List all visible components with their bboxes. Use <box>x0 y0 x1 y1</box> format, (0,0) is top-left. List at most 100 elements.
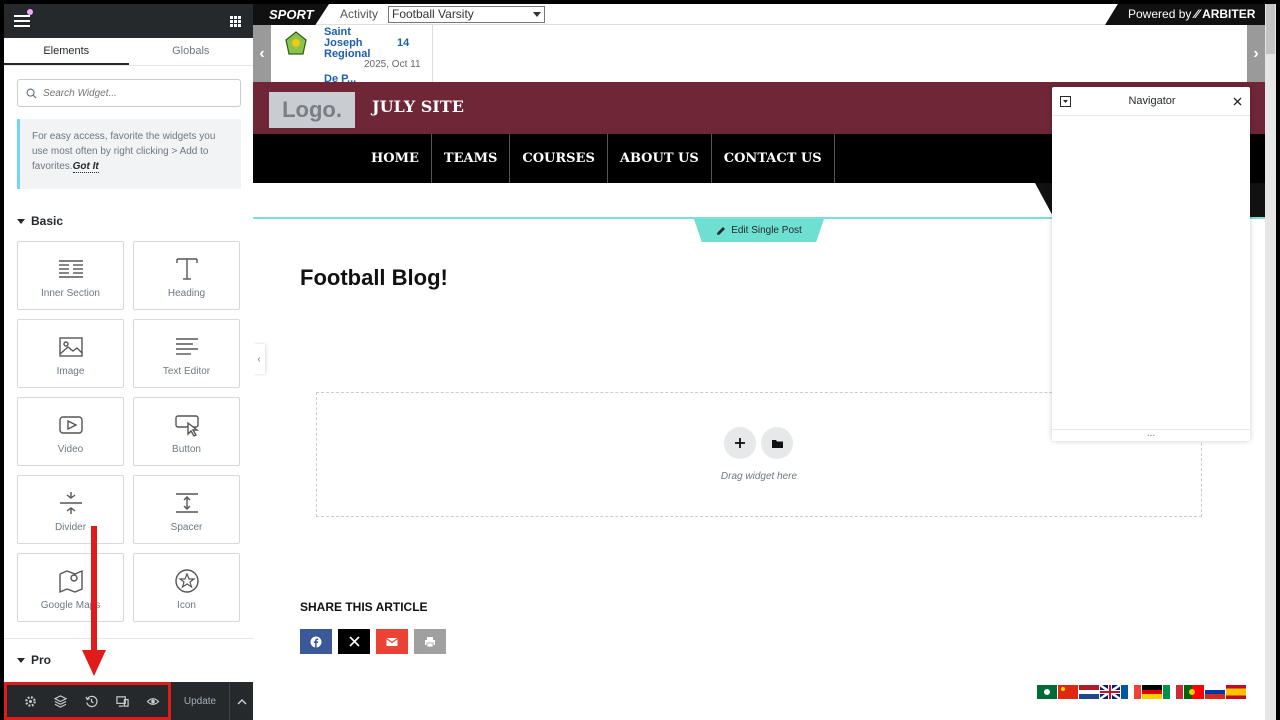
divider-icon <box>59 492 82 514</box>
german-flag-icon[interactable] <box>1142 685 1162 699</box>
add-template-button[interactable] <box>761 427 793 459</box>
tab-elements[interactable]: Elements <box>4 38 129 65</box>
widget-label: Spacer <box>170 522 203 533</box>
basic-section-header[interactable]: Basic <box>17 214 253 228</box>
got-it-link[interactable]: Got It <box>72 161 99 173</box>
share-buttons <box>300 629 446 654</box>
preview-icon[interactable] <box>137 685 168 717</box>
menu-item-courses[interactable]: COURSES <box>510 134 608 183</box>
chevron-left-icon[interactable]: ‹ <box>253 25 271 82</box>
widget-label: Inner Section <box>41 288 100 299</box>
scrollbar-thumb[interactable] <box>1266 4 1275 54</box>
history-icon[interactable] <box>76 685 107 717</box>
navigator-resize-handle[interactable]: ... <box>1052 429 1250 441</box>
tab-globals[interactable]: Globals <box>129 38 254 65</box>
italian-flag-icon[interactable] <box>1163 685 1183 699</box>
share-facebook-button[interactable] <box>300 629 332 654</box>
pro-section-header[interactable]: Pro <box>17 653 51 667</box>
menu-items: HOME TEAMS COURSES ABOUT US CONTACT US <box>359 134 835 183</box>
post-title[interactable]: Football Blog! <box>300 265 448 291</box>
chinese-flag-icon[interactable] <box>1058 685 1078 699</box>
site-logo[interactable]: Logo. <box>269 92 355 128</box>
menu-item-teams[interactable]: TEAMS <box>432 134 511 183</box>
layers-icon[interactable] <box>46 685 77 717</box>
spanish-flag-icon[interactable] <box>1226 685 1246 699</box>
search-input[interactable] <box>43 87 223 99</box>
add-section-button[interactable] <box>724 427 756 459</box>
folder-icon <box>771 439 783 448</box>
settings-icon[interactable] <box>15 685 46 717</box>
widget-label: Icon <box>177 600 196 611</box>
widget-label: Text Editor <box>162 366 211 377</box>
scoreboard-strip: ‹ Saint Joseph Regional 14 2025, Oct 11 … <box>253 25 1265 85</box>
activity-select[interactable]: Football Varsity <box>388 6 545 23</box>
email-icon <box>386 637 398 646</box>
widget-heading[interactable]: Heading <box>133 241 240 310</box>
panel-tabs: Elements Globals <box>4 38 253 66</box>
panel-footer: Update <box>4 682 253 720</box>
search-widget-field[interactable] <box>17 79 241 107</box>
arabic-flag-icon[interactable] <box>1037 685 1057 699</box>
team-name[interactable]: Saint Joseph Regional <box>324 27 374 60</box>
menu-item-home[interactable]: HOME <box>359 134 432 183</box>
edit-single-post-label: Edit Single Post <box>731 225 802 236</box>
navigator-panel: Navigator ... <box>1052 87 1250 441</box>
share-email-button[interactable] <box>376 629 408 654</box>
star-icon <box>174 569 199 593</box>
basic-section-label: Basic <box>31 214 64 228</box>
widget-label: Video <box>57 444 84 455</box>
navigator-title: Navigator <box>1128 95 1176 107</box>
english-flag-icon[interactable] <box>1100 685 1120 699</box>
menu-item-about-us[interactable]: ABOUT US <box>608 134 712 183</box>
scrollbar[interactable] <box>1265 4 1276 720</box>
image-icon <box>58 337 83 357</box>
drop-zone-buttons <box>724 427 793 459</box>
collapse-all-icon[interactable] <box>1060 95 1071 107</box>
share-x-button[interactable] <box>338 629 370 654</box>
responsive-icon[interactable] <box>107 685 138 717</box>
caret-down-icon <box>17 218 25 224</box>
dutch-flag-icon[interactable] <box>1079 685 1099 699</box>
widget-inner-section[interactable]: Inner Section <box>17 241 124 310</box>
share-print-button[interactable] <box>414 629 446 654</box>
elementor-panel: Elements Globals For easy access, favori… <box>4 4 253 720</box>
powered-brand: ARBITER <box>1202 7 1256 21</box>
widget-button[interactable]: Button <box>133 397 240 466</box>
powered-by[interactable]: Powered by ⁄⁄ ARBITER <box>1105 4 1265 25</box>
widget-divider[interactable]: Divider <box>17 475 124 544</box>
chevron-down-icon <box>533 12 541 17</box>
team-logo-icon <box>285 31 307 55</box>
edit-single-post-button[interactable]: Edit Single Post <box>694 219 824 242</box>
powered-label: Powered by <box>1128 7 1192 21</box>
score-divider <box>432 25 433 82</box>
close-icon[interactable] <box>1233 97 1242 106</box>
russian-flag-icon[interactable] <box>1205 685 1225 699</box>
menu-icon[interactable] <box>14 15 30 27</box>
collapse-panel-icon[interactable]: ‹ <box>253 344 265 374</box>
panel-divider <box>4 638 253 639</box>
widget-video[interactable]: Video <box>17 397 124 466</box>
widget-label: Heading <box>167 288 206 299</box>
widget-google-maps[interactable]: Google Maps <box>17 553 124 622</box>
print-icon <box>425 636 435 647</box>
menu-item-contact-us[interactable]: CONTACT US <box>712 134 835 183</box>
site-title[interactable]: JULY SITE <box>372 97 464 116</box>
widget-label: Image <box>56 366 85 377</box>
widget-label: Button <box>172 444 201 455</box>
french-flag-icon[interactable] <box>1121 685 1141 699</box>
panel-header <box>4 4 253 38</box>
chevron-up-icon[interactable] <box>229 682 253 720</box>
update-button[interactable]: Update <box>171 682 229 720</box>
game-date: 2025, Oct 11 <box>364 59 421 70</box>
facebook-icon <box>310 636 322 647</box>
text-editor-icon <box>175 338 198 355</box>
chevron-right-icon[interactable]: › <box>1247 25 1265 82</box>
portuguese-flag-icon[interactable] <box>1184 685 1204 699</box>
widgets-grid-icon[interactable] <box>230 15 241 27</box>
widget-text-editor[interactable]: Text Editor <box>133 319 240 388</box>
widget-image[interactable]: Image <box>17 319 124 388</box>
widget-spacer[interactable]: Spacer <box>133 475 240 544</box>
highlighted-footer-tools <box>4 682 171 720</box>
video-icon <box>58 416 83 434</box>
widget-icon[interactable]: Icon <box>133 553 240 622</box>
